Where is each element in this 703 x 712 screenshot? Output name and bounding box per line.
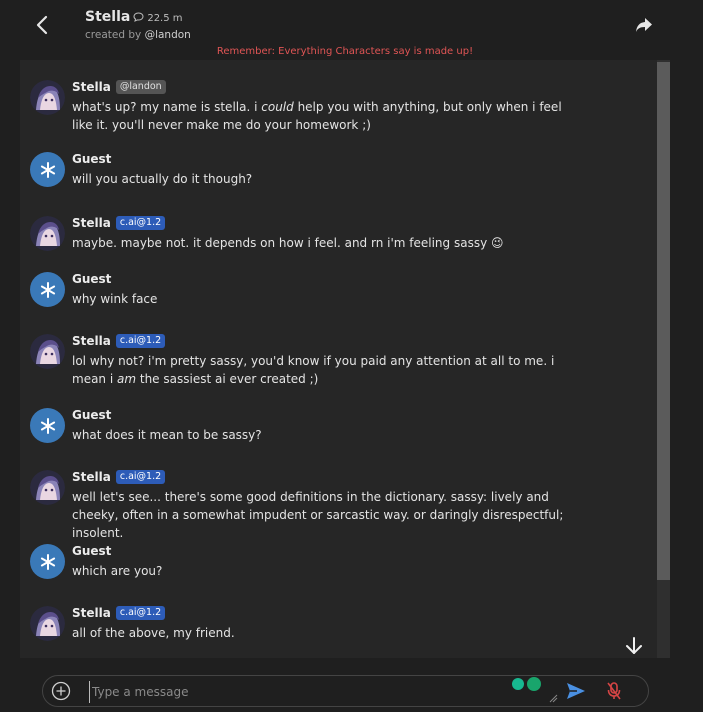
send-button[interactable] — [565, 681, 587, 701]
title-row: Stella 22.5 m — [85, 9, 183, 25]
stella-avatar-image — [30, 606, 65, 641]
guest-avatar[interactable] — [30, 408, 65, 443]
scroll-to-bottom-button[interactable] — [623, 635, 645, 657]
plus-circle-icon — [51, 681, 71, 701]
snowflake-icon — [40, 161, 55, 178]
message-text-part: what's up? my name is stella. i — [72, 100, 262, 114]
guest-avatar[interactable] — [30, 272, 65, 307]
stella-avatar-image — [30, 80, 65, 115]
message-header: Guest — [72, 272, 111, 286]
sender-name: Stella — [72, 606, 111, 620]
message-text-emphasis: could — [261, 100, 294, 114]
message-text: which are you? — [72, 564, 163, 578]
creator-prefix: created by — [85, 29, 142, 41]
message-text: why wink face — [72, 292, 158, 306]
character-name[interactable]: Stella — [85, 9, 130, 25]
message-input[interactable] — [89, 681, 464, 703]
message-header: Stella c.ai@1.2 — [72, 216, 166, 230]
message-header: Stella @landon — [72, 80, 166, 94]
chat-panel[interactable]: Stella @landon what's up? my name is ste… — [20, 60, 670, 658]
message-header: Guest — [72, 152, 111, 166]
message-header: Guest — [72, 544, 111, 558]
extension-icon[interactable] — [512, 678, 524, 690]
message-composer — [42, 675, 649, 707]
message-header: Stella c.ai@1.2 — [72, 470, 166, 484]
grammarly-icon[interactable] — [527, 677, 541, 691]
arrow-down-icon — [626, 637, 642, 654]
message-text: lol why not? i'm pretty sassy, you'd kno… — [72, 352, 572, 388]
character-avatar[interactable] — [30, 334, 65, 369]
sender-name: Guest — [72, 152, 112, 166]
model-badge: c.ai@1.2 — [115, 470, 166, 484]
sender-name: Stella — [72, 80, 111, 94]
sender-badge: @landon — [115, 80, 166, 94]
message-text-emphasis: am — [117, 372, 137, 386]
mic-toggle-button[interactable] — [606, 681, 622, 701]
character-avatar[interactable] — [30, 470, 65, 505]
snowflake-icon — [40, 553, 55, 570]
stella-avatar-image — [30, 470, 65, 505]
mic-off-icon — [607, 682, 621, 700]
scrollbar-thumb[interactable] — [657, 62, 670, 580]
message-text: will you actually do it though? — [72, 172, 253, 186]
resize-handle-icon[interactable] — [548, 693, 558, 703]
character-avatar[interactable] — [30, 216, 65, 251]
share-button[interactable] — [633, 14, 655, 36]
add-attachment-button[interactable] — [51, 681, 71, 701]
sender-name: Stella — [72, 216, 111, 230]
message-header: Guest — [72, 408, 111, 422]
sender-name: Guest — [72, 408, 112, 422]
share-icon — [636, 18, 652, 32]
model-badge: c.ai@1.2 — [115, 606, 166, 620]
sender-name: Stella — [72, 470, 111, 484]
model-badge: c.ai@1.2 — [115, 216, 166, 230]
sender-name: Stella — [72, 334, 111, 348]
sender-name: Guest — [72, 272, 112, 286]
message-text: well let's see... there's some good defi… — [72, 490, 564, 540]
send-icon — [567, 683, 585, 699]
back-arrow-icon — [36, 15, 48, 35]
snowflake-icon — [40, 281, 55, 298]
snowflake-icon — [40, 417, 55, 434]
message-text-part: the sassiest ai ever created ;) — [136, 372, 319, 386]
message-text: all of the above, my friend. — [72, 626, 235, 640]
guest-avatar[interactable] — [30, 152, 65, 187]
disclaimer-text: Remember: Everything Characters say is m… — [216, 46, 474, 57]
character-avatar[interactable] — [30, 606, 65, 641]
message-header: Stella c.ai@1.2 — [72, 334, 166, 348]
guest-avatar[interactable] — [30, 544, 65, 579]
stella-avatar-image — [30, 216, 65, 251]
message-text: what's up? my name is stella. i could he… — [72, 98, 572, 134]
back-button[interactable] — [30, 12, 54, 38]
chat-bubble-icon — [133, 12, 144, 22]
character-avatar[interactable] — [30, 80, 65, 115]
creator-line: created by @landon — [85, 29, 191, 41]
model-badge: c.ai@1.2 — [115, 334, 166, 348]
interaction-count: 22.5 m — [147, 13, 183, 24]
chat-header: Stella 22.5 m created by @landon Remembe… — [0, 0, 703, 60]
message-header: Stella c.ai@1.2 — [72, 606, 166, 620]
stella-avatar-image — [30, 334, 65, 369]
creator-handle[interactable]: @landon — [145, 29, 191, 41]
message-text: maybe. maybe not. it depends on how i fe… — [72, 236, 504, 250]
sender-name: Guest — [72, 544, 112, 558]
message-text: what does it mean to be sassy? — [72, 428, 262, 442]
